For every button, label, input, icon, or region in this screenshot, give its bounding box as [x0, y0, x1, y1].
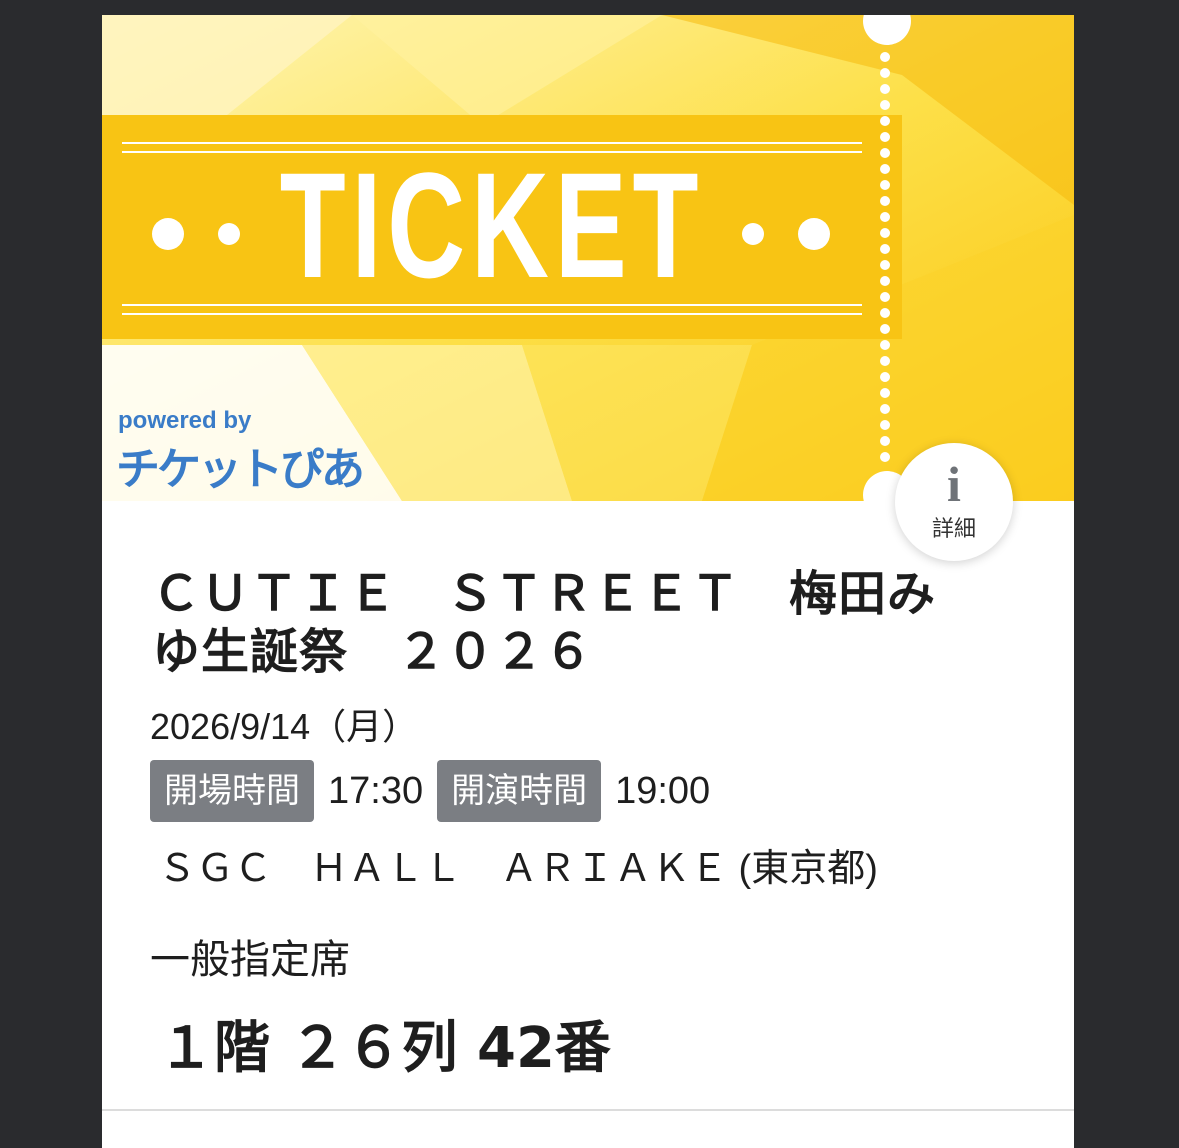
- ticket-card: TICKET powered by チケットぴあ i 詳細 ＣＵＴＩＥ ＳＴＲＥ…: [102, 15, 1074, 1148]
- details-label: 詳細: [931, 517, 976, 542]
- event-title: ＣＵＴＩＥ ＳＴＲＥＥＴ 梅田みゆ生誕祭 ２０２６: [152, 566, 937, 680]
- seat-location: １階 ２６列 42番: [158, 1016, 611, 1081]
- ticket-banner: TICKET powered by チケットぴあ: [102, 15, 1074, 501]
- divider: [102, 1109, 1074, 1111]
- details-button[interactable]: i 詳細: [895, 443, 1013, 561]
- event-times: 開場時間 17:30 開演時間 19:00: [150, 760, 724, 822]
- seat-type: 一般指定席: [150, 937, 350, 983]
- info-icon: i: [947, 456, 961, 512]
- event-date: 2026/9/14（月）: [150, 706, 419, 747]
- doors-open-badge: 開場時間: [150, 760, 314, 822]
- powered-by-label: powered by: [118, 407, 252, 434]
- doors-open-time: 17:30: [328, 769, 424, 812]
- show-start-badge: 開演時間: [437, 760, 602, 822]
- venue: ＳＧＣ ＨＡＬＬ ＡＲＩＡＫＥ (東京都): [158, 848, 878, 890]
- show-start-time: 19:00: [615, 769, 711, 812]
- ticket-heading: TICKET: [279, 140, 705, 309]
- ticket-pia-logo: チケットぴあ: [116, 444, 365, 495]
